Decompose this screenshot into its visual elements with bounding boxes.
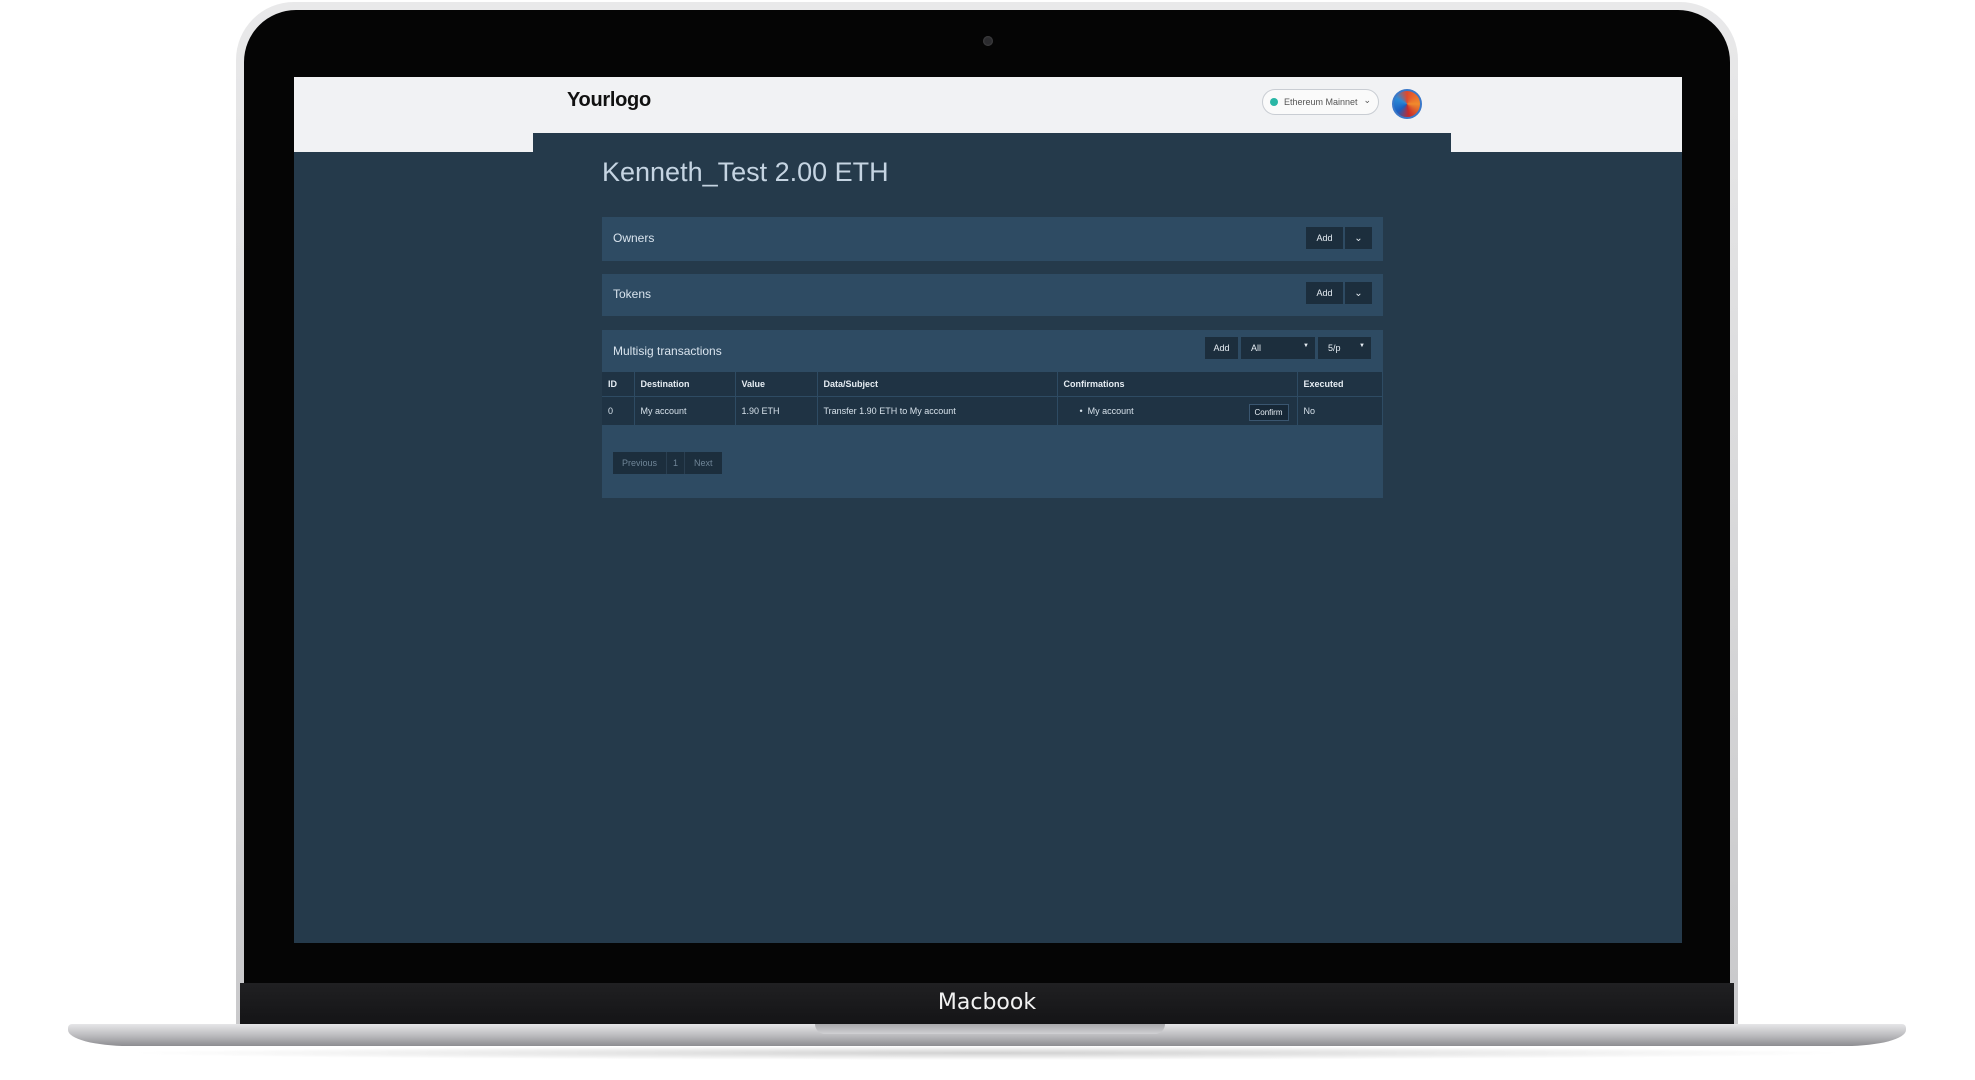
network-selector[interactable]: Ethereum Mainnet ⌄ (1262, 89, 1379, 115)
owners-add-button[interactable]: Add (1306, 227, 1343, 249)
laptop-base-notch (815, 1024, 1165, 1034)
pagination-page[interactable]: 1 (666, 452, 686, 474)
owners-panel: Owners Add ⌄ (602, 217, 1383, 261)
column-header-value: Value (735, 372, 818, 396)
tx-value: 1.90 ETH (735, 395, 818, 425)
chevron-down-icon: ⌄ (1363, 95, 1371, 105)
multisig-panel-title: Multisig transactions (613, 344, 722, 358)
dropdown-arrow-icon: ▼ (1303, 343, 1309, 349)
per-page-select[interactable]: 5/p ▼ (1318, 337, 1371, 359)
tx-id: 0 (602, 395, 635, 425)
tx-confirmations: • My account Confirm (1057, 395, 1298, 425)
owners-expand-button[interactable]: ⌄ (1345, 227, 1372, 249)
transaction-filter-select[interactable]: All ▼ (1241, 337, 1315, 359)
page-title: Kenneth_Test 2.00 ETH (602, 157, 889, 187)
camera-icon (983, 36, 993, 46)
multisig-panel: Multisig transactions Add All ▼ 5/p ▼ ID… (602, 330, 1383, 498)
confirmation-bullet: • My account (1079, 405, 1134, 416)
account-avatar[interactable] (1392, 89, 1422, 119)
chevron-down-icon: ⌄ (1354, 287, 1363, 299)
tokens-panel-title: Tokens (613, 287, 652, 301)
pagination-next[interactable]: Next (685, 452, 722, 474)
tx-data: Transfer 1.90 ETH to My account (817, 395, 1058, 425)
chevron-down-icon: ⌄ (1354, 232, 1363, 244)
column-header-executed: Executed (1297, 372, 1383, 396)
tokens-panel: Tokens Add ⌄ (602, 274, 1383, 316)
site-logo[interactable]: Yourlogo (567, 89, 651, 112)
confirm-button[interactable]: Confirm (1248, 403, 1289, 421)
laptop-brand-label: Macbook (937, 990, 1037, 1015)
transaction-filter-value: All (1251, 343, 1262, 353)
column-header-confirmations: Confirmations (1057, 372, 1298, 396)
table-row[interactable]: 0 My account 1.90 ETH Transfer 1.90 ETH … (602, 395, 1383, 425)
tokens-expand-button[interactable]: ⌄ (1345, 282, 1372, 304)
network-label: Ethereum Mainnet (1284, 97, 1358, 107)
tx-executed: No (1297, 395, 1383, 425)
pagination-previous[interactable]: Previous (613, 452, 666, 474)
tokens-add-button[interactable]: Add (1306, 282, 1343, 304)
tx-destination: My account (634, 395, 736, 425)
column-header-id: ID (602, 372, 635, 396)
confirmation-owner: My account (1087, 405, 1134, 416)
table-header-row: ID Destination Value Data/Subject Confir… (602, 372, 1383, 396)
transactions-table: ID Destination Value Data/Subject Confir… (602, 372, 1383, 425)
multisig-add-button[interactable]: Add (1205, 337, 1238, 359)
column-header-destination: Destination (634, 372, 736, 396)
per-page-value: 5/p (1328, 343, 1341, 353)
network-status-dot-icon (1270, 98, 1278, 106)
owners-panel-title: Owners (613, 231, 655, 245)
column-header-data: Data/Subject (817, 372, 1058, 396)
laptop-shadow (120, 1046, 1854, 1060)
app-screen: Yourlogo Ethereum Mainnet ⌄ Kenneth_Test… (294, 77, 1682, 943)
dropdown-arrow-icon: ▼ (1359, 343, 1365, 349)
pagination: Previous 1 Next (613, 452, 722, 474)
